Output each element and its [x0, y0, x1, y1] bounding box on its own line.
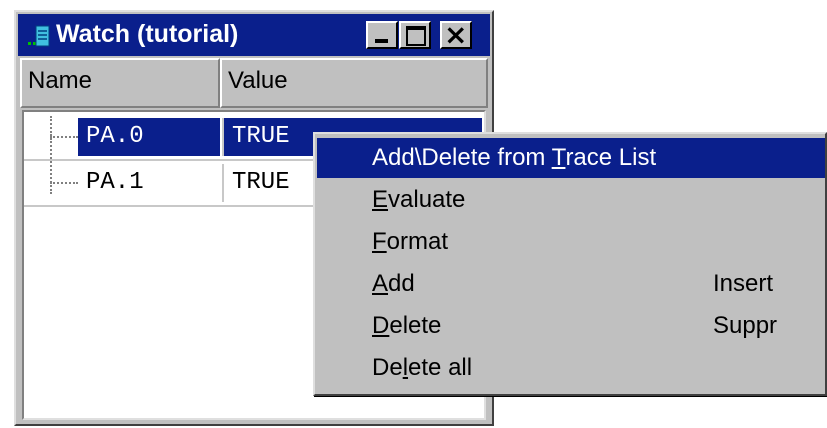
menu-item-format[interactable]: Format [317, 222, 825, 262]
row-name[interactable]: PA.1 [78, 164, 220, 202]
minimize-button[interactable] [366, 21, 398, 49]
close-icon: × [444, 18, 468, 51]
app-icon [28, 25, 50, 47]
row-name[interactable]: PA.0 [78, 118, 220, 156]
minimize-icon [375, 39, 388, 43]
title-bar[interactable]: Watch (tutorial) × [18, 14, 490, 56]
menu-item-label: Evaluate [372, 186, 466, 213]
window-title: Watch (tutorial) [56, 20, 239, 48]
menu-item-delete[interactable]: Delete Suppr [317, 306, 825, 346]
menu-item-evaluate[interactable]: Evaluate [317, 180, 825, 220]
menu-item-shortcut: Suppr [713, 312, 778, 339]
maximize-icon [406, 26, 426, 46]
menu-item-label: Add\Delete from Trace List [372, 144, 657, 171]
menu-item-label: Format [372, 228, 449, 255]
menu-item-label: Delete [372, 312, 442, 339]
column-header-value[interactable]: Value [220, 58, 488, 108]
close-button[interactable]: × [440, 18, 472, 51]
menu-item-add[interactable]: Add Insert [317, 264, 825, 304]
column-header-name[interactable]: Name [20, 58, 220, 108]
menu-item-trace-list[interactable]: Add\Delete from Trace List [317, 138, 825, 178]
menu-item-shortcut: Insert [713, 270, 774, 297]
menu-item-delete-all[interactable]: Delete all [317, 348, 825, 388]
menu-item-label: Delete all [372, 354, 473, 381]
context-menu: Add\Delete from Trace List Evaluate Form… [313, 132, 827, 396]
menu-item-label: Add [372, 270, 415, 297]
maximize-button[interactable] [399, 21, 431, 49]
